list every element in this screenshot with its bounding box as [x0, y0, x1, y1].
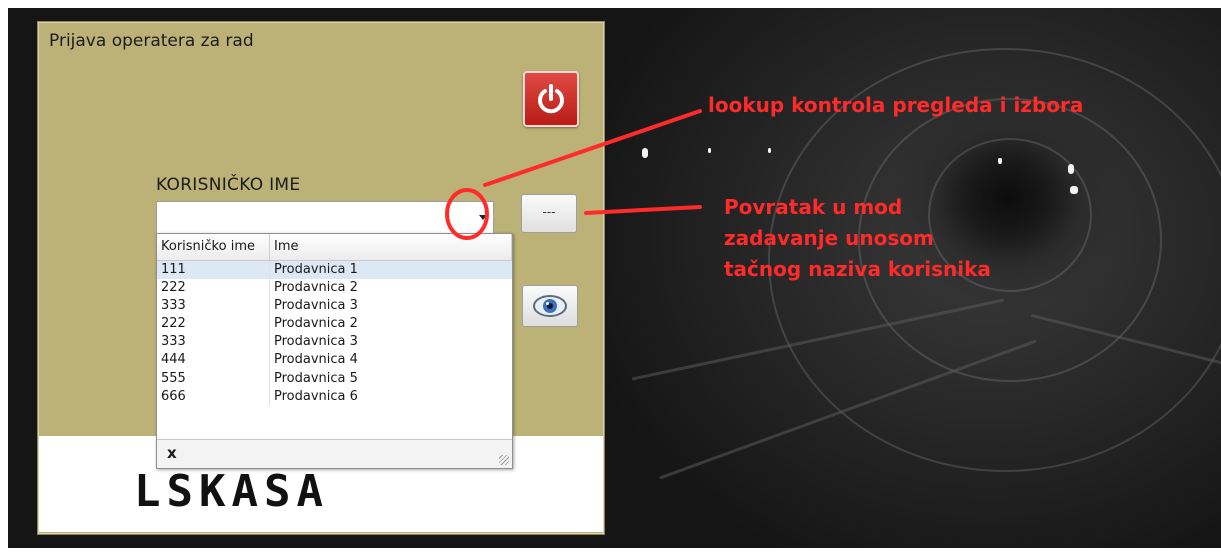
lookup-cell-name: Prodavnica 5: [274, 370, 358, 386]
lookup-row[interactable]: 555 Prodavnica 5: [157, 369, 512, 388]
lookup-cell-name: Prodavnica 6: [274, 388, 358, 404]
manual-entry-button[interactable]: ---: [521, 194, 577, 233]
lookup-row[interactable]: 222 Prodavnica 2: [157, 315, 512, 334]
lookup-cell-username: 222: [157, 315, 270, 334]
lookup-row[interactable]: 333 Prodavnica 3: [157, 297, 512, 316]
lookup-cell-name: Prodavnica 2: [274, 280, 358, 296]
lookup-cell-name: Prodavnica 3: [274, 334, 358, 350]
tunnel-light: [1068, 164, 1074, 174]
lookup-row[interactable]: 444 Prodavnica 4: [157, 351, 512, 370]
lookup-cell-username: 222: [157, 279, 270, 298]
tunnel-light: [642, 148, 648, 158]
username-combobox[interactable]: [156, 201, 494, 235]
lookup-header: Korisničko ime Ime: [157, 234, 512, 261]
company-logo: LSKASA: [134, 466, 329, 517]
resize-grip-icon[interactable]: [499, 455, 509, 465]
annotation-return-line1: Povratak u mod: [724, 195, 903, 219]
login-window: Prijava operatera za rad KORISNIČKO IME …: [38, 22, 604, 534]
dropdown-arrow-icon[interactable]: [479, 215, 487, 220]
annotation-return-line3: tačnog naziva korisnika: [724, 257, 991, 281]
annotation-lookup: lookup kontrola pregleda i izbora: [708, 93, 1084, 117]
lookup-row[interactable]: 222 Prodavnica 2: [157, 279, 512, 298]
lookup-cell-username: 666: [157, 387, 270, 406]
show-password-button[interactable]: [522, 285, 578, 327]
eye-icon: [533, 295, 567, 317]
column-header-name[interactable]: Ime: [270, 234, 512, 260]
tunnel-light: [1070, 186, 1078, 194]
tunnel-light: [998, 158, 1002, 164]
username-label: KORISNIČKO IME: [156, 175, 301, 195]
power-icon: [538, 84, 564, 114]
column-header-username[interactable]: Korisničko ime: [157, 234, 270, 260]
power-button[interactable]: [523, 71, 579, 127]
lookup-cell-name: Prodavnica 3: [274, 298, 358, 314]
lookup-row[interactable]: 333 Prodavnica 3: [157, 333, 512, 352]
lookup-cell-username: 333: [157, 297, 270, 316]
lookup-cell-username: 555: [157, 369, 270, 388]
lookup-cell-username: 333: [157, 333, 270, 352]
lookup-cell-username: 111: [157, 261, 270, 280]
lookup-row[interactable]: 111 Prodavnica 1: [157, 261, 512, 280]
lookup-row[interactable]: 666 Prodavnica 6: [157, 387, 512, 406]
lookup-cell-name: Prodavnica 1: [274, 262, 358, 277]
tunnel-light: [768, 148, 771, 153]
window-title: Prijava operatera za rad: [49, 31, 254, 51]
lookup-dropdown[interactable]: Korisničko ime Ime 111 Prodavnica 1 222 Pro…: [156, 233, 513, 469]
lookup-cell-name: Prodavnica 2: [274, 316, 358, 332]
lookup-rows: 111 Prodavnica 1 222 Prodavnica 2 333 Prodavn…: [157, 261, 512, 406]
lookup-cell-name: Prodavnica 4: [274, 352, 358, 368]
close-icon[interactable]: x: [167, 444, 177, 462]
annotation-return-line2: zadavanje unosom: [724, 226, 934, 250]
tunnel-light: [708, 148, 711, 153]
lookup-footer: x: [157, 439, 512, 468]
lookup-cell-username: 444: [157, 351, 270, 370]
